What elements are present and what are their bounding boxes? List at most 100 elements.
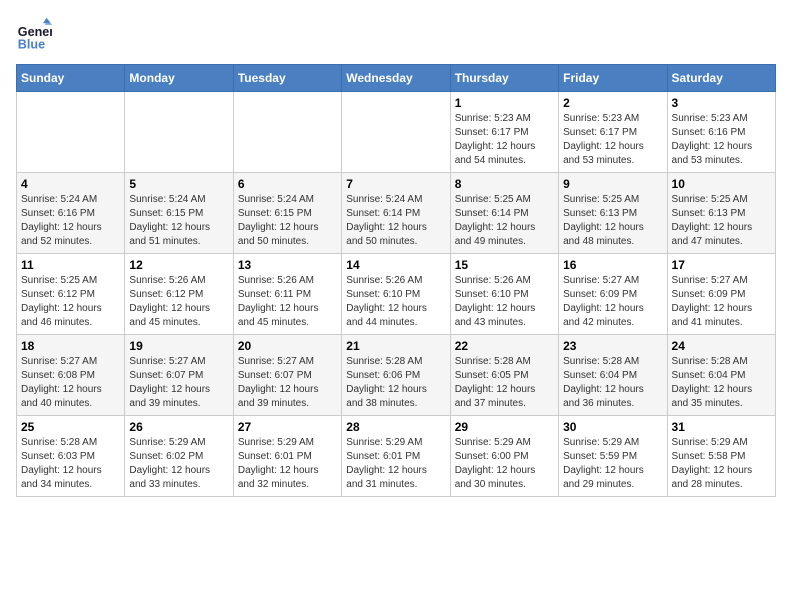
calendar-cell: 1 Sunrise: 5:23 AM Sunset: 6:17 PM Daylig… <box>450 92 558 173</box>
day-number: 4 <box>21 177 120 191</box>
day-number: 23 <box>563 339 662 353</box>
day-number: 28 <box>346 420 445 434</box>
calendar-cell: 28 Sunrise: 5:29 AM Sunset: 6:01 PM Dayli… <box>342 416 450 497</box>
day-info: Sunrise: 5:23 AM Sunset: 6:17 PM Dayligh… <box>563 112 662 168</box>
day-info: Sunrise: 5:29 AM Sunset: 6:01 PM Dayligh… <box>346 436 445 492</box>
day-number: 19 <box>129 339 228 353</box>
calendar-cell: 2 Sunrise: 5:23 AM Sunset: 6:17 PM Daylig… <box>559 92 667 173</box>
calendar-week-5: 25Sunrise: 5:28 AM Sunset: 6:03 PM Dayli… <box>17 416 776 497</box>
calendar-cell: 25Sunrise: 5:28 AM Sunset: 6:03 PM Dayli… <box>17 416 125 497</box>
calendar-cell: 26Sunrise: 5:29 AM Sunset: 6:02 PM Dayli… <box>125 416 233 497</box>
day-number: 13 <box>238 258 337 272</box>
calendar-cell: 5Sunrise: 5:24 AM Sunset: 6:15 PM Daylig… <box>125 173 233 254</box>
calendar-cell: 13 Sunrise: 5:26 AM Sunset: 6:11 PM Dayli… <box>233 254 341 335</box>
day-number: 26 <box>129 420 228 434</box>
calendar-cell: 10Sunrise: 5:25 AM Sunset: 6:13 PM Dayli… <box>667 173 775 254</box>
day-number: 3 <box>672 96 771 110</box>
day-info: Sunrise: 5:26 AM Sunset: 6:10 PM Dayligh… <box>346 274 445 330</box>
day-info: Sunrise: 5:27 AM Sunset: 6:08 PM Dayligh… <box>21 355 120 411</box>
day-info: Sunrise: 5:23 AM Sunset: 6:17 PM Dayligh… <box>455 112 554 168</box>
day-header-wednesday: Wednesday <box>342 65 450 92</box>
calendar-cell: 15Sunrise: 5:26 AM Sunset: 6:10 PM Dayli… <box>450 254 558 335</box>
calendar-cell: 3Sunrise: 5:23 AM Sunset: 6:16 PM Daylig… <box>667 92 775 173</box>
page-header: General Blue <box>16 16 776 52</box>
calendar-cell: 24 Sunrise: 5:28 AM Sunset: 6:04 PM Dayli… <box>667 335 775 416</box>
day-number: 17 <box>672 258 771 272</box>
calendar-header-row: SundayMondayTuesdayWednesdayThursdayFrid… <box>17 65 776 92</box>
day-info: Sunrise: 5:27 AM Sunset: 6:09 PM Dayligh… <box>672 274 771 330</box>
calendar-cell: 21 Sunrise: 5:28 AM Sunset: 6:06 PM Dayli… <box>342 335 450 416</box>
day-number: 16 <box>563 258 662 272</box>
calendar-cell: 31 Sunrise: 5:29 AM Sunset: 5:58 PM Dayli… <box>667 416 775 497</box>
calendar-cell <box>233 92 341 173</box>
svg-text:Blue: Blue <box>18 37 45 51</box>
day-number: 24 <box>672 339 771 353</box>
day-number: 29 <box>455 420 554 434</box>
calendar-cell: 30 Sunrise: 5:29 AM Sunset: 5:59 PM Dayli… <box>559 416 667 497</box>
calendar-cell: 22 Sunrise: 5:28 AM Sunset: 6:05 PM Dayli… <box>450 335 558 416</box>
day-info: Sunrise: 5:28 AM Sunset: 6:06 PM Dayligh… <box>346 355 445 411</box>
day-number: 8 <box>455 177 554 191</box>
calendar-cell <box>125 92 233 173</box>
day-number: 10 <box>672 177 771 191</box>
day-number: 14 <box>346 258 445 272</box>
day-info: Sunrise: 5:24 AM Sunset: 6:15 PM Dayligh… <box>238 193 337 249</box>
calendar-table: SundayMondayTuesdayWednesdayThursdayFrid… <box>16 64 776 497</box>
day-number: 11 <box>21 258 120 272</box>
day-number: 7 <box>346 177 445 191</box>
day-number: 12 <box>129 258 228 272</box>
calendar-cell: 9Sunrise: 5:25 AM Sunset: 6:13 PM Daylig… <box>559 173 667 254</box>
day-header-tuesday: Tuesday <box>233 65 341 92</box>
day-info: Sunrise: 5:26 AM Sunset: 6:11 PM Dayligh… <box>238 274 337 330</box>
calendar-cell: 18 Sunrise: 5:27 AM Sunset: 6:08 PM Dayli… <box>17 335 125 416</box>
day-info: Sunrise: 5:28 AM Sunset: 6:04 PM Dayligh… <box>563 355 662 411</box>
calendar-cell: 29 Sunrise: 5:29 AM Sunset: 6:00 PM Dayli… <box>450 416 558 497</box>
calendar-cell: 19Sunrise: 5:27 AM Sunset: 6:07 PM Dayli… <box>125 335 233 416</box>
day-header-saturday: Saturday <box>667 65 775 92</box>
calendar-cell: 11 Sunrise: 5:25 AM Sunset: 6:12 PM Dayli… <box>17 254 125 335</box>
day-info: Sunrise: 5:27 AM Sunset: 6:07 PM Dayligh… <box>238 355 337 411</box>
day-number: 21 <box>346 339 445 353</box>
logo: General Blue <box>16 16 56 52</box>
day-header-friday: Friday <box>559 65 667 92</box>
calendar-cell: 17 Sunrise: 5:27 AM Sunset: 6:09 PM Dayli… <box>667 254 775 335</box>
day-info: Sunrise: 5:24 AM Sunset: 6:16 PM Dayligh… <box>21 193 120 249</box>
calendar-cell: 7 Sunrise: 5:24 AM Sunset: 6:14 PM Daylig… <box>342 173 450 254</box>
calendar-cell: 14 Sunrise: 5:26 AM Sunset: 6:10 PM Dayli… <box>342 254 450 335</box>
calendar-cell <box>17 92 125 173</box>
day-number: 31 <box>672 420 771 434</box>
day-number: 25 <box>21 420 120 434</box>
calendar-cell: 23 Sunrise: 5:28 AM Sunset: 6:04 PM Dayli… <box>559 335 667 416</box>
day-info: Sunrise: 5:29 AM Sunset: 5:58 PM Dayligh… <box>672 436 771 492</box>
day-info: Sunrise: 5:29 AM Sunset: 5:59 PM Dayligh… <box>563 436 662 492</box>
calendar-cell: 16Sunrise: 5:27 AM Sunset: 6:09 PM Dayli… <box>559 254 667 335</box>
calendar-cell: 4 Sunrise: 5:24 AM Sunset: 6:16 PM Daylig… <box>17 173 125 254</box>
day-number: 18 <box>21 339 120 353</box>
logo-icon: General Blue <box>16 16 52 52</box>
day-number: 9 <box>563 177 662 191</box>
calendar-cell: 20Sunrise: 5:27 AM Sunset: 6:07 PM Dayli… <box>233 335 341 416</box>
day-number: 2 <box>563 96 662 110</box>
day-number: 1 <box>455 96 554 110</box>
calendar-cell: 12 Sunrise: 5:26 AM Sunset: 6:12 PM Dayli… <box>125 254 233 335</box>
day-number: 22 <box>455 339 554 353</box>
calendar-cell: 6Sunrise: 5:24 AM Sunset: 6:15 PM Daylig… <box>233 173 341 254</box>
calendar-body: 1 Sunrise: 5:23 AM Sunset: 6:17 PM Daylig… <box>17 92 776 497</box>
calendar-week-3: 11 Sunrise: 5:25 AM Sunset: 6:12 PM Dayli… <box>17 254 776 335</box>
day-header-sunday: Sunday <box>17 65 125 92</box>
calendar-week-4: 18 Sunrise: 5:27 AM Sunset: 6:08 PM Dayli… <box>17 335 776 416</box>
day-header-monday: Monday <box>125 65 233 92</box>
day-info: Sunrise: 5:24 AM Sunset: 6:14 PM Dayligh… <box>346 193 445 249</box>
day-info: Sunrise: 5:28 AM Sunset: 6:05 PM Dayligh… <box>455 355 554 411</box>
day-info: Sunrise: 5:26 AM Sunset: 6:12 PM Dayligh… <box>129 274 228 330</box>
day-info: Sunrise: 5:26 AM Sunset: 6:10 PM Dayligh… <box>455 274 554 330</box>
calendar-cell <box>342 92 450 173</box>
calendar-week-1: 1 Sunrise: 5:23 AM Sunset: 6:17 PM Daylig… <box>17 92 776 173</box>
day-number: 5 <box>129 177 228 191</box>
day-info: Sunrise: 5:29 AM Sunset: 6:01 PM Dayligh… <box>238 436 337 492</box>
day-number: 30 <box>563 420 662 434</box>
day-info: Sunrise: 5:25 AM Sunset: 6:12 PM Dayligh… <box>21 274 120 330</box>
day-info: Sunrise: 5:28 AM Sunset: 6:04 PM Dayligh… <box>672 355 771 411</box>
calendar-week-2: 4 Sunrise: 5:24 AM Sunset: 6:16 PM Daylig… <box>17 173 776 254</box>
day-info: Sunrise: 5:29 AM Sunset: 6:00 PM Dayligh… <box>455 436 554 492</box>
